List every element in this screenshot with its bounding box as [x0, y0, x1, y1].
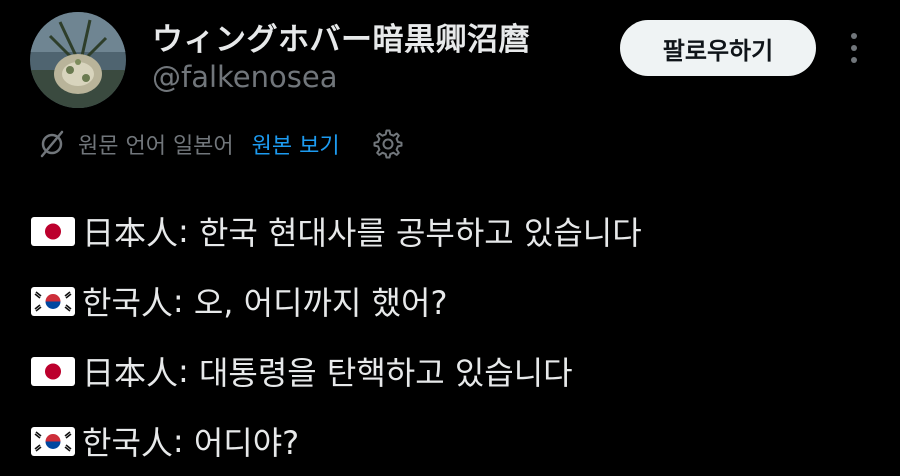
- speaker-separator: :: [178, 352, 189, 390]
- line-text: 한국 현대사를 공부하고 있습니다: [188, 214, 642, 252]
- speaker-label: 한국人: [82, 424, 173, 462]
- translate-icon: [40, 130, 64, 158]
- tweet-text: 日本人: 한국 현대사를 공부하고 있습니다 한국人: 오, 어디까지 했어? …: [30, 196, 642, 476]
- avatar[interactable]: [30, 12, 126, 108]
- speaker-label: 日本人: [82, 354, 179, 392]
- speaker-separator: :: [172, 282, 184, 320]
- tweet-line: 日本人: 한국 현대사를 공부하고 있습니다: [30, 196, 642, 266]
- korea-flag-icon: [31, 426, 75, 456]
- author-display-name[interactable]: ウィングホバー暗黒卿沼麿: [152, 14, 530, 59]
- follow-button[interactable]: 팔로우하기: [620, 20, 816, 76]
- gear-icon[interactable]: [372, 128, 404, 160]
- line-text: 대통령을 탄핵하고 있습니다: [188, 354, 573, 392]
- speaker-label: 한국人: [82, 284, 173, 322]
- japan-flag-icon: [31, 216, 75, 246]
- speaker-separator: :: [172, 422, 184, 460]
- tweet-line: 한국人: 어디야?: [30, 406, 642, 476]
- translation-bar: 원문 언어 일본어 원본 보기: [36, 124, 404, 164]
- line-text: 어디야?: [183, 424, 300, 462]
- line-text: 오, 어디까지 했어?: [183, 284, 448, 322]
- translation-label: 원문 언어 일본어: [78, 134, 234, 159]
- japan-flag-icon: [31, 356, 75, 386]
- more-vertical-icon: [851, 33, 857, 39]
- speaker-separator: :: [178, 212, 189, 250]
- tweet-line: 日本人: 대통령을 탄핵하고 있습니다: [30, 336, 642, 406]
- show-original-link[interactable]: 원본 보기: [252, 128, 340, 160]
- author-handle[interactable]: @falkenosea: [152, 60, 337, 94]
- more-options-button[interactable]: [840, 26, 868, 70]
- speaker-label: 日本人: [82, 214, 179, 252]
- tweet-line: 한국人: 오, 어디까지 했어?: [30, 266, 642, 336]
- korea-flag-icon: [31, 286, 75, 316]
